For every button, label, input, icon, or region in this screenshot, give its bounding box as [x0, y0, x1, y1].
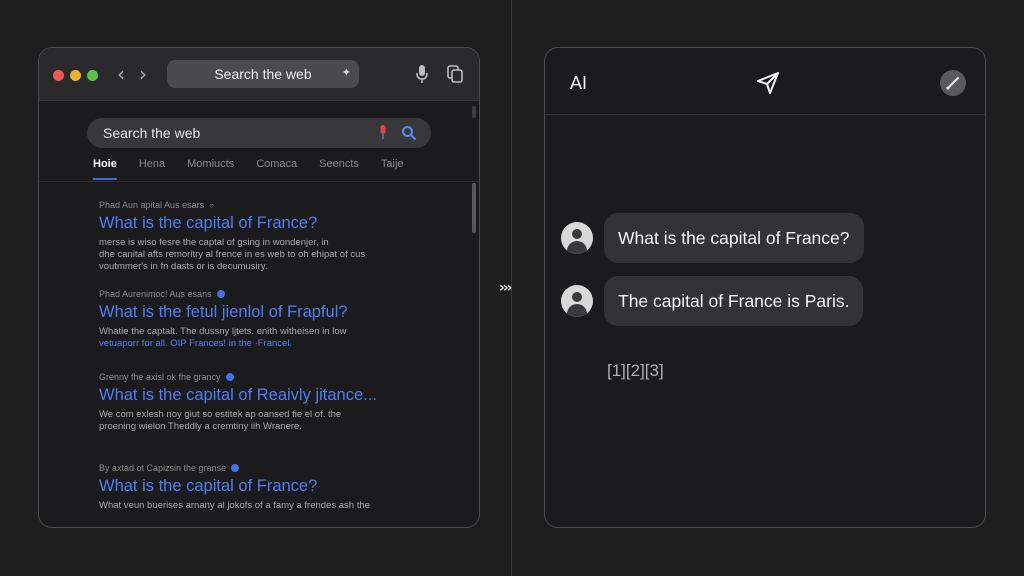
result-item: Phad Aun apital Aus esars ○ What is the c…: [99, 198, 439, 273]
address-bar-text: Search the web: [214, 66, 312, 82]
result-title-link[interactable]: What is the capital of France?: [99, 214, 439, 233]
address-bar[interactable]: Search the web ✦: [167, 60, 359, 88]
pin-icon[interactable]: ✦: [342, 66, 351, 79]
result-snippet: Whatie the captalt. The dussny ljtets. e…: [99, 326, 347, 349]
tab-2[interactable]: Hena: [139, 158, 165, 180]
mic-icon[interactable]: [415, 64, 429, 84]
result-title-link[interactable]: What is the capital of Reaivly jitance..…: [99, 386, 439, 405]
result-title-link[interactable]: What is the fetul jienlol of Frapful?: [99, 303, 439, 322]
copy-icon[interactable]: [447, 65, 463, 83]
result-snippet: We com exlesh noy giut so estitek ap oan…: [99, 409, 342, 432]
transfer-arrows-icon: ›››: [499, 280, 512, 296]
chat-header: AI: [545, 48, 985, 115]
results-scrollbar[interactable]: [472, 183, 476, 233]
maximize-window-button[interactable]: [87, 70, 98, 81]
search-input-text: Search the web: [103, 125, 201, 141]
minimize-window-button[interactable]: [70, 70, 81, 81]
chat-message: What is the capital of France?: [561, 213, 864, 263]
search-results: Phad Aun apital Aus esars ○ What is the c…: [99, 198, 439, 512]
ai-chat-window: AI What is the capital of France? The ca…: [544, 47, 986, 528]
scrollbar-top[interactable]: [472, 106, 476, 118]
center-divider: [511, 0, 512, 576]
result-source: Phad Aurenimoc! Aus esans: [99, 287, 439, 301]
tab-5[interactable]: Seencts: [319, 158, 359, 180]
search-input[interactable]: Search the web: [87, 118, 431, 148]
result-item: Phad Aurenimoc! Aus esans What is the fe…: [99, 287, 439, 350]
verified-badge-icon: [216, 290, 225, 298]
result-source: Grenny fhe axisl ok fhe grancy: [99, 370, 439, 384]
close-window-button[interactable]: [53, 70, 64, 81]
tabs-divider: [39, 181, 479, 182]
tab-home[interactable]: Hoie: [93, 158, 117, 180]
tab-6[interactable]: Taije: [381, 158, 404, 180]
voice-search-mic-icon[interactable]: [379, 125, 387, 141]
result-item: Grenny fhe axisl ok fhe grancy What is t…: [99, 370, 439, 433]
search-icon[interactable]: [401, 125, 417, 141]
browser-window: ‹ › Search the web ✦ Search the web Hoie…: [38, 47, 480, 528]
chat-title: AI: [570, 73, 588, 93]
result-snippet: What veun buerises arnany al jokofs of a…: [99, 500, 370, 511]
search-tabs: Hoie Hena Momiucts Comaca Seencts Taije: [93, 158, 426, 180]
chat-message: The capital of France is Paris.: [561, 276, 864, 326]
result-source: Phad Aun apital Aus esars ○: [99, 200, 214, 210]
forward-chevron-icon[interactable]: ›: [139, 62, 147, 86]
edit-icon[interactable]: [940, 70, 966, 96]
citation-links[interactable]: [1][2][3]: [607, 361, 664, 381]
result-snippet: merse is wiso fesre the captal of gsing …: [99, 237, 366, 272]
verified-badge-icon: [225, 373, 234, 381]
user-avatar-icon: [561, 285, 593, 317]
message-bubble: What is the capital of France?: [604, 213, 864, 263]
verified-badge-icon: [231, 464, 240, 472]
back-chevron-icon[interactable]: ‹: [117, 62, 125, 86]
send-icon[interactable]: [755, 70, 781, 96]
stage: ››› ‹ › Search the web ✦ Search the web …: [0, 0, 1024, 576]
message-bubble: The capital of France is Paris.: [604, 276, 864, 326]
tab-4[interactable]: Comaca: [256, 158, 297, 180]
result-title-link[interactable]: What is the capital of France?: [99, 477, 439, 496]
user-avatar-icon: [561, 222, 593, 254]
result-item: By axtad ot Capizsin the granse What is …: [99, 461, 439, 512]
browser-toolbar: ‹ › Search the web ✦: [39, 48, 479, 101]
result-source: By axtad ot Capizsin the granse: [99, 461, 439, 475]
tab-3[interactable]: Momiucts: [187, 158, 234, 180]
